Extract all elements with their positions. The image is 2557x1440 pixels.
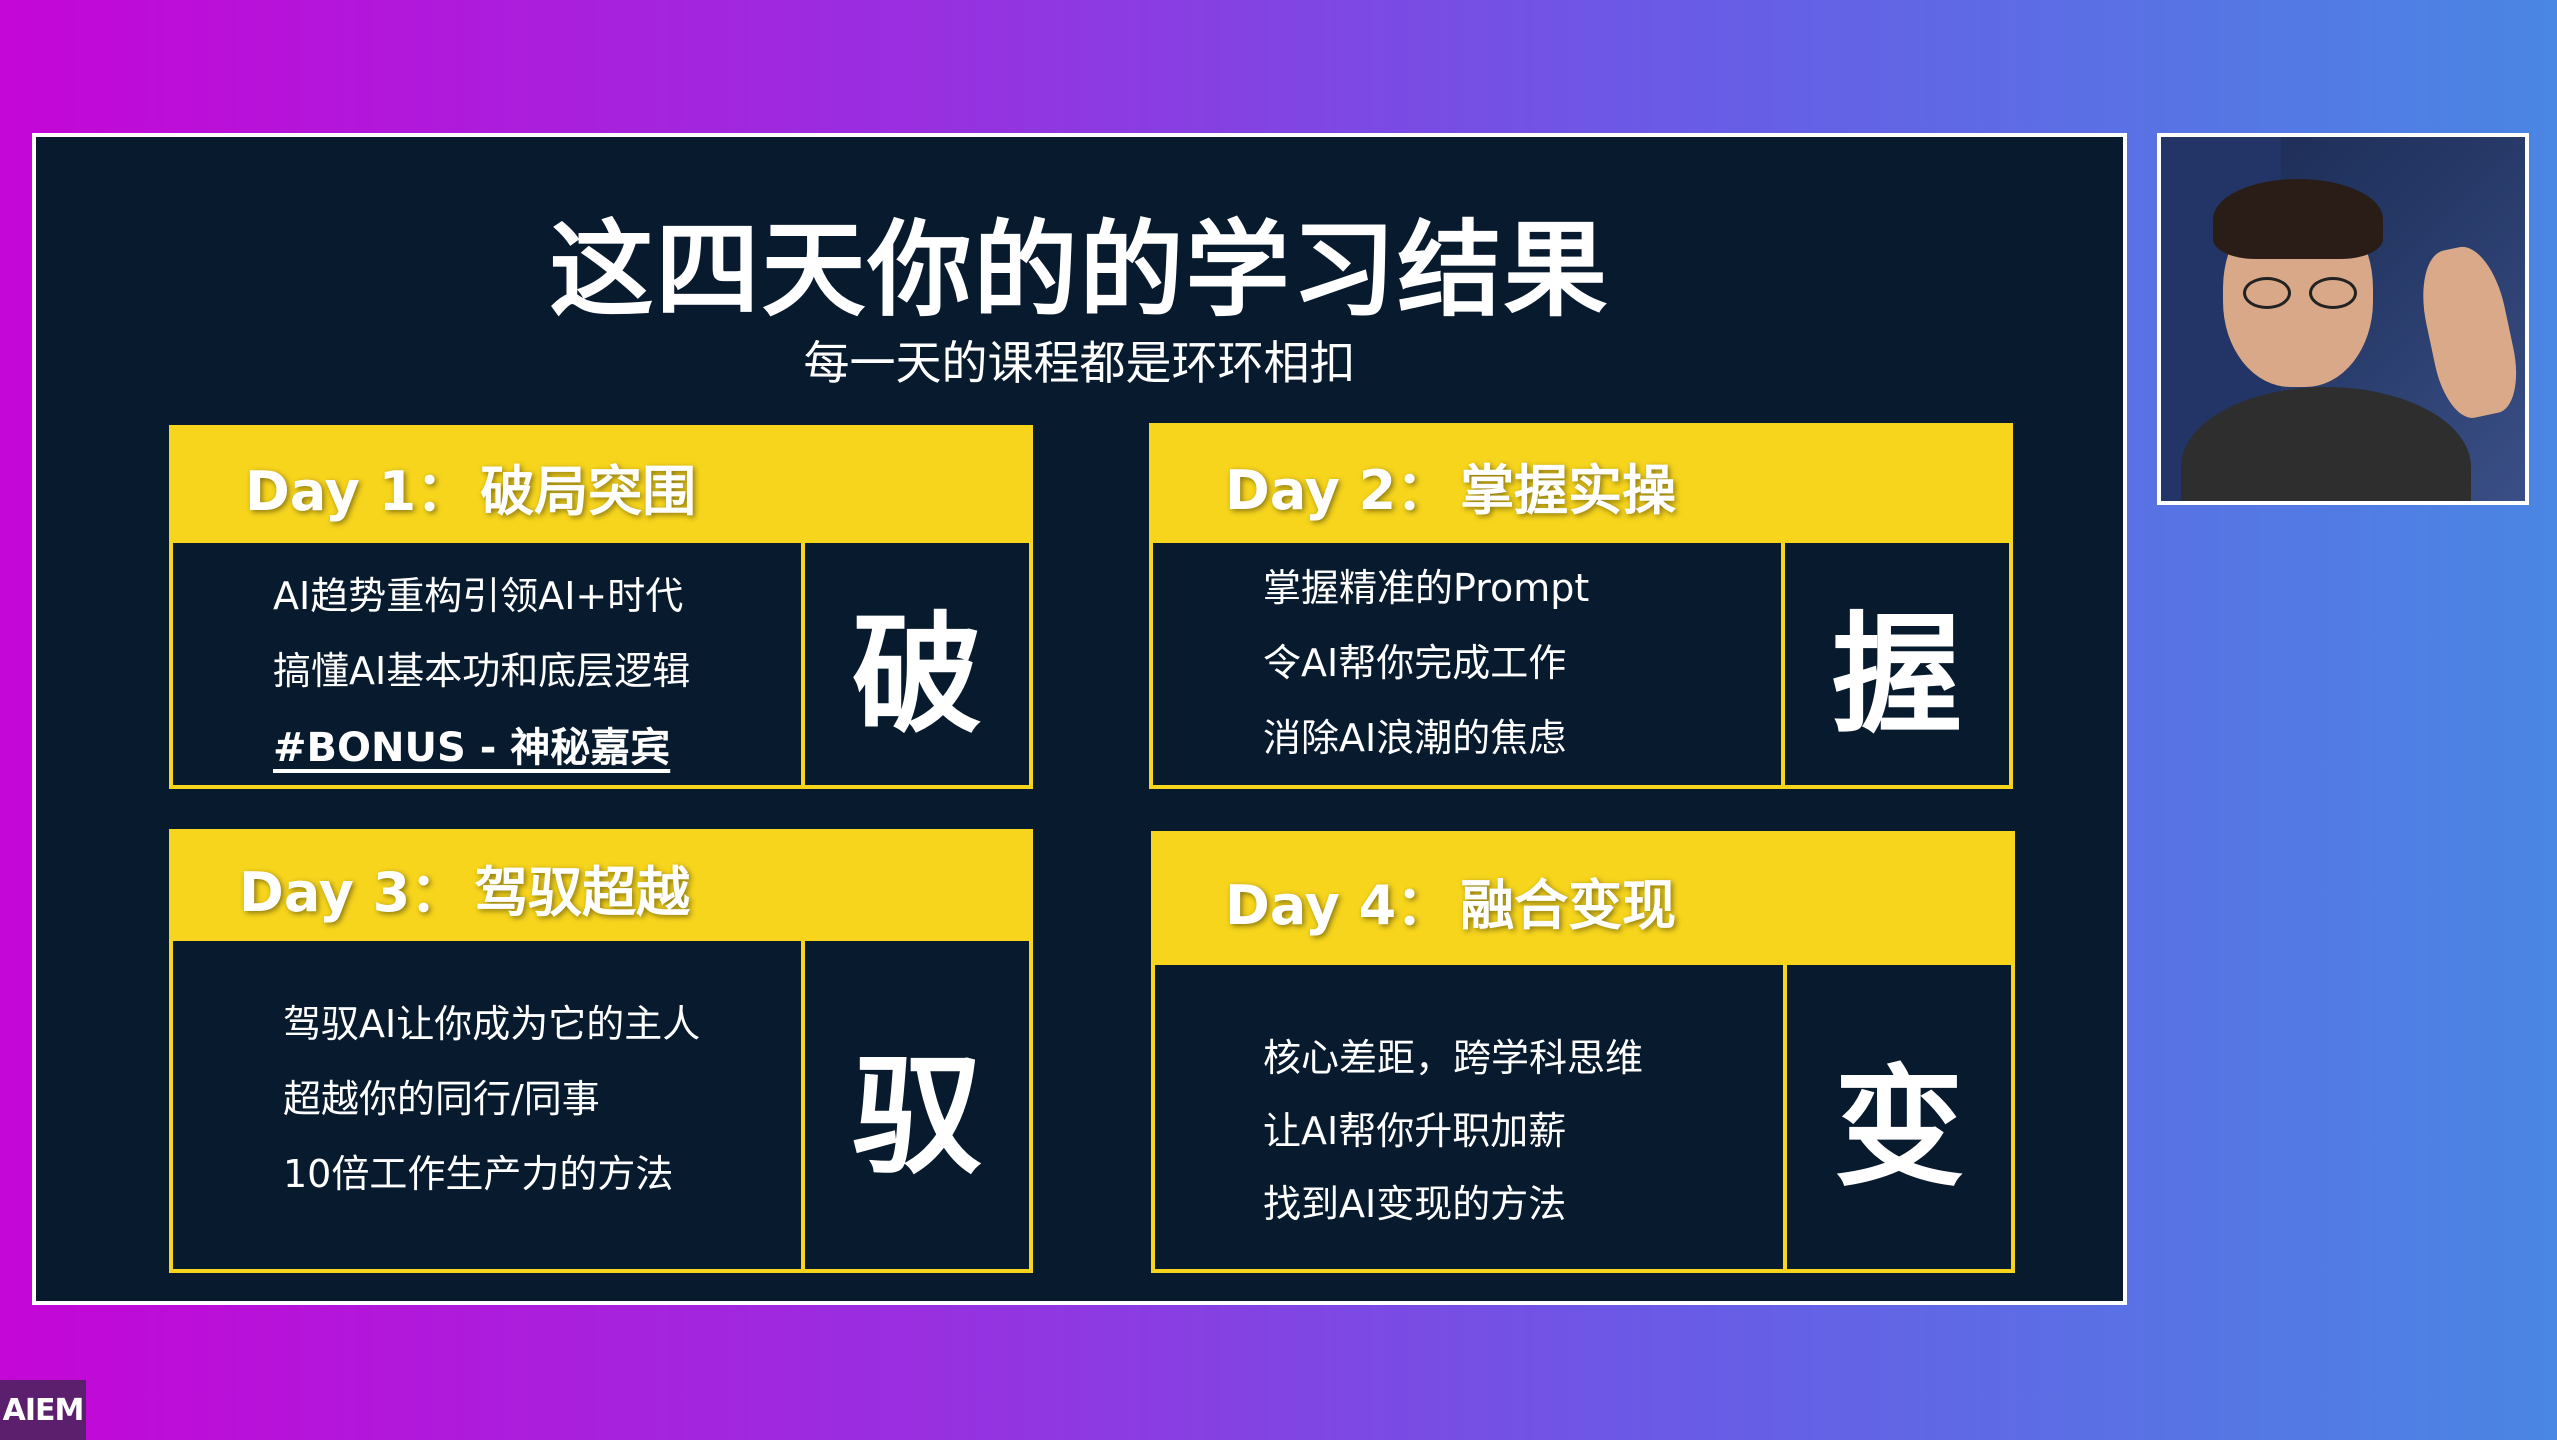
day-2-body: 掌握精准的Prompt 令AI帮你完成工作 消除AI浪潮的焦虑 — [1153, 543, 1785, 785]
day-4-label: Day 4： — [1225, 873, 1451, 937]
day-1-bonus-link[interactable]: #BONUS - 神秘嘉宾 — [273, 715, 670, 773]
day-2-point-1: 掌握精准的Prompt — [1263, 566, 1590, 610]
presenter-glasses — [2243, 277, 2363, 311]
day-3-point-3: 10倍工作生产力的方法 — [283, 1152, 674, 1196]
day-1-point-2: 搞懂AI基本功和底层逻辑 — [273, 649, 691, 693]
day-3-point-2: 超越你的同行/同事 — [283, 1077, 600, 1121]
day-1-label: Day 1： — [245, 459, 471, 523]
day-1-character: 破 — [851, 599, 982, 751]
day-4-point-3: 找到AI变现的方法 — [1263, 1182, 1567, 1226]
day-4-character: 变 — [1833, 1052, 1964, 1204]
day-2-theme: 掌握实操 — [1460, 458, 1677, 522]
day-3-card: Day 3： 驾驭超越 驾驭AI让你成为它的主人 超越你的同行/同事 10倍工作… — [169, 829, 1033, 1273]
day-2-character: 握 — [1831, 599, 1962, 751]
day-1-body: AI趋势重构引领AI+时代 搞懂AI基本功和底层逻辑 #BONUS - 神秘嘉宾 — [173, 543, 805, 785]
presentation-slide: 这四天你的的学习结果 每一天的课程都是环环相扣 Day 1： 破局突围 AI趋势… — [32, 133, 2127, 1305]
presenter-video[interactable] — [2157, 133, 2529, 505]
day-4-header: Day 4： 融合变现 — [1155, 835, 2011, 965]
day-1-point-1: AI趋势重构引领AI+时代 — [273, 574, 684, 618]
presenter-hair — [2213, 179, 2383, 259]
day-4-card: Day 4： 融合变现 核心差距，跨学科思维 让AI帮你升职加薪 找到AI变现的… — [1151, 831, 2015, 1273]
day-2-label: Day 2： — [1225, 458, 1451, 522]
day-4-body: 核心差距，跨学科思维 让AI帮你升职加薪 找到AI变现的方法 — [1155, 965, 1787, 1269]
day-1-header: Day 1： 破局突围 — [173, 429, 1029, 543]
day-4-point-2: 让AI帮你升职加薪 — [1263, 1109, 1567, 1153]
day-1-theme: 破局突围 — [480, 459, 697, 523]
day-1-card: Day 1： 破局突围 AI趋势重构引领AI+时代 搞懂AI基本功和底层逻辑 #… — [169, 425, 1033, 789]
presenter-hand — [2412, 240, 2525, 424]
day-3-character: 驭 — [851, 1040, 982, 1192]
slide-subtitle: 每一天的课程都是环环相扣 — [803, 336, 1356, 390]
day-2-header: Day 2： 掌握实操 — [1153, 427, 2009, 543]
day-3-label: Day 3： — [239, 860, 465, 924]
day-3-body: 驾驭AI让你成为它的主人 超越你的同行/同事 10倍工作生产力的方法 — [173, 941, 805, 1269]
day-3-header: Day 3： 驾驭超越 — [173, 833, 1029, 941]
day-2-point-2: 令AI帮你完成工作 — [1263, 641, 1567, 685]
day-2-card: Day 2： 掌握实操 掌握精准的Prompt 令AI帮你完成工作 消除AI浪潮… — [1149, 423, 2013, 789]
aiem-badge: AIEM — [0, 1380, 86, 1440]
day-4-theme: 融合变现 — [1460, 873, 1677, 937]
day-2-point-3: 消除AI浪潮的焦虑 — [1263, 716, 1567, 760]
day-3-point-1: 驾驭AI让你成为它的主人 — [283, 1002, 701, 1046]
day-3-theme: 驾驭超越 — [474, 860, 691, 924]
slide-title: 这四天你的的学习结果 — [549, 209, 1610, 331]
day-4-point-1: 核心差距，跨学科思维 — [1263, 1036, 1644, 1080]
